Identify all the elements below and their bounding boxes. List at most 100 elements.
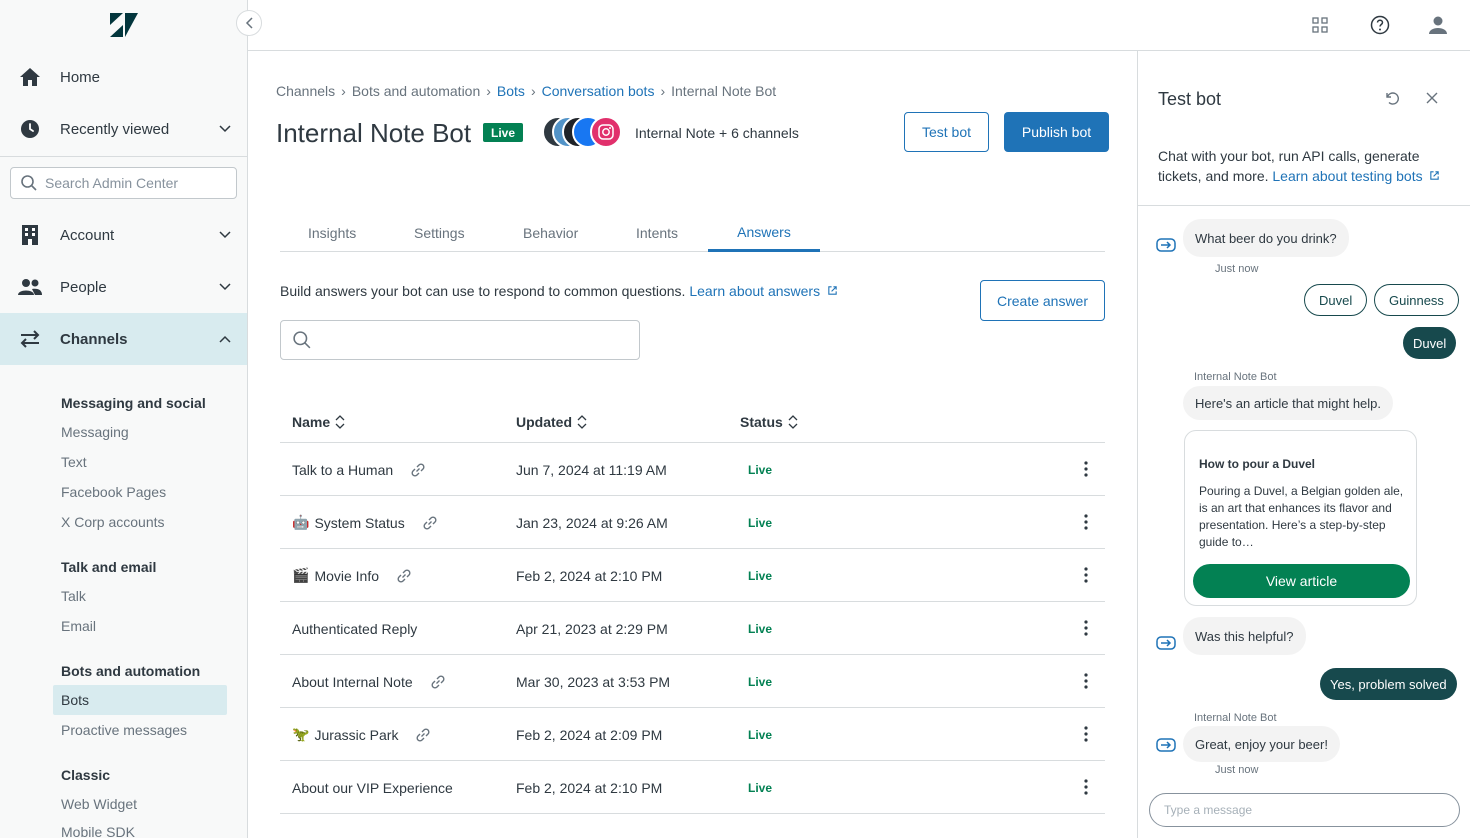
view-article-button[interactable]: View article (1193, 564, 1410, 598)
table-row[interactable]: 🤖 System Status Jan 23, 2024 at 9:26 AM … (280, 496, 1105, 549)
table-row[interactable]: 🦖 Jurassic Park Feb 2, 2024 at 2:09 PM L… (280, 708, 1105, 761)
tab-intents[interactable]: Intents (636, 214, 678, 252)
link-icon (414, 726, 432, 744)
bot-avatar-icon (1154, 631, 1178, 655)
answer-updated: Jun 7, 2024 at 11:19 AM (516, 461, 667, 478)
table-row[interactable]: 🎬 Movie Info Feb 2, 2024 at 2:10 PM Live (280, 549, 1105, 602)
answer-name-text: Authenticated Reply (292, 620, 418, 637)
sidebar-item-bots[interactable]: Bots (53, 685, 227, 715)
nav-people[interactable]: People (0, 263, 247, 311)
people-icon (18, 275, 42, 299)
create-answer-button[interactable]: Create answer (980, 280, 1105, 321)
table-row[interactable]: Talk to a Human Jun 7, 2024 at 11:19 AM … (280, 443, 1105, 496)
answers-search-input[interactable] (280, 320, 640, 360)
group-heading-talk-email: Talk and email (61, 559, 157, 575)
bot-avatar-icon (1154, 233, 1178, 257)
tab-settings[interactable]: Settings (414, 214, 465, 252)
breadcrumb-conversation-bots[interactable]: Conversation bots (542, 83, 655, 99)
nav-channels[interactable]: Channels (0, 313, 247, 365)
answer-updated: Apr 21, 2023 at 2:29 PM (516, 620, 668, 637)
message-input[interactable] (1149, 793, 1460, 827)
answer-name[interactable]: Authenticated Reply (292, 602, 417, 655)
help-button[interactable] (1369, 14, 1391, 36)
row-overflow-menu[interactable] (1080, 512, 1092, 532)
channel-avatars[interactable] (542, 116, 626, 148)
nav-people-label: People (60, 278, 107, 296)
answer-name[interactable]: 🎬 Movie Info (292, 549, 413, 602)
sidebar-item-messaging[interactable]: Messaging (61, 424, 129, 440)
test-bot-button[interactable]: Test bot (904, 112, 989, 152)
zendesk-logo[interactable] (110, 13, 138, 37)
sidebar-item-email[interactable]: Email (61, 618, 96, 634)
kebab-menu-icon (1084, 514, 1088, 530)
bot-message: Was this helpful? (1183, 617, 1306, 655)
answer-updated: Feb 2, 2024 at 2:09 PM (516, 726, 663, 743)
learn-about-answers-link[interactable]: Learn about answers (689, 283, 838, 299)
table-row[interactable]: About Internal Note Mar 30, 2023 at 3:53… (280, 655, 1105, 708)
sort-by-name[interactable]: Name (292, 414, 345, 430)
answer-status: Live (748, 462, 773, 477)
breadcrumb-channels[interactable]: Channels (276, 83, 335, 99)
search-icon (21, 175, 37, 191)
row-overflow-menu[interactable] (1080, 777, 1092, 797)
table-row[interactable]: About our VIP Experience Feb 2, 2024 at … (280, 761, 1105, 814)
sort-by-status[interactable]: Status (740, 414, 798, 430)
sort-by-updated[interactable]: Updated (516, 414, 587, 430)
channels-summary[interactable]: Internal Note + 6 channels (635, 125, 799, 141)
nav-recently-viewed[interactable]: Recently viewed (0, 105, 247, 153)
quick-reply-duvel[interactable]: Duvel (1304, 284, 1368, 316)
sidebar-item-proactive-messages[interactable]: Proactive messages (61, 722, 187, 738)
row-overflow-menu[interactable] (1080, 724, 1092, 744)
quick-reply-guinness[interactable]: Guinness (1374, 284, 1459, 316)
kebab-menu-icon (1084, 620, 1088, 636)
collapse-sidebar-button[interactable] (236, 10, 262, 36)
apps-grid-button[interactable] (1309, 14, 1331, 36)
answer-status: Live (748, 674, 773, 689)
row-overflow-menu[interactable] (1080, 671, 1092, 691)
nav-home[interactable]: Home (0, 53, 247, 101)
admin-search-input[interactable]: Search Admin Center (10, 167, 237, 199)
answer-status: Live (748, 515, 773, 530)
grid-icon (1312, 17, 1328, 33)
answer-emoji: 🎬 (292, 567, 310, 583)
learn-about-testing-link[interactable]: Learn about testing bots (1272, 168, 1439, 184)
learn-about-answers-label: Learn about answers (689, 283, 821, 299)
message-timestamp: Just now (1215, 764, 1259, 776)
group-heading-bots-automation: Bots and automation (61, 663, 201, 679)
answer-name[interactable]: 🦖 Jurassic Park (292, 708, 432, 761)
answer-name-text: System Status (314, 514, 405, 531)
nav-recently-viewed-label: Recently viewed (60, 120, 170, 138)
row-overflow-menu[interactable] (1080, 618, 1092, 638)
sidebar-item-text[interactable]: Text (61, 454, 87, 470)
table-row[interactable]: Authenticated Reply Apr 21, 2023 at 2:29… (280, 602, 1105, 655)
sidebar-item-mobile-sdk[interactable]: Mobile SDK (61, 824, 135, 838)
sidebar-item-web-widget[interactable]: Web Widget (61, 796, 137, 812)
breadcrumb-bots-automation[interactable]: Bots and automation (352, 83, 480, 99)
reset-conversation-button[interactable] (1382, 88, 1402, 108)
tab-insights[interactable]: Insights (308, 214, 356, 252)
kebab-menu-icon (1084, 567, 1088, 583)
close-panel-button[interactable] (1422, 88, 1442, 108)
tab-behavior[interactable]: Behavior (523, 214, 578, 252)
sidebar-item-x-corp-accounts[interactable]: X Corp accounts (61, 514, 165, 530)
search-icon (293, 331, 311, 349)
answer-name[interactable]: About Internal Note (292, 655, 447, 708)
nav-account[interactable]: Account (0, 211, 247, 259)
chevron-down-icon (217, 279, 233, 295)
publish-bot-button[interactable]: Publish bot (1004, 112, 1109, 152)
sidebar-item-talk[interactable]: Talk (61, 588, 86, 604)
answer-name[interactable]: About our VIP Experience (292, 761, 453, 814)
answer-name[interactable]: 🤖 System Status (292, 496, 439, 549)
answer-name[interactable]: Talk to a Human (292, 443, 427, 496)
breadcrumb-bots[interactable]: Bots (497, 83, 525, 99)
nav-home-label: Home (60, 68, 101, 86)
row-overflow-menu[interactable] (1080, 459, 1092, 479)
profile-button[interactable] (1427, 14, 1449, 36)
tab-answers[interactable]: Answers (708, 214, 820, 252)
group-heading-messaging-social: Messaging and social (61, 395, 206, 411)
group-heading-classic: Classic (61, 767, 111, 783)
answer-status: Live (748, 568, 773, 583)
row-overflow-menu[interactable] (1080, 565, 1092, 585)
nav-account-label: Account (60, 226, 115, 244)
sidebar-item-facebook-pages[interactable]: Facebook Pages (61, 484, 166, 500)
